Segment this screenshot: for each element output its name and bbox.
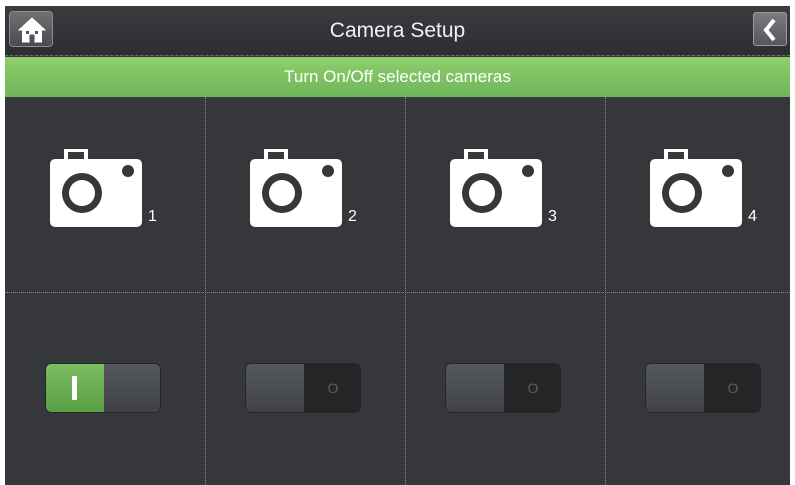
camera-number: 4	[748, 208, 757, 225]
toggle-off-segment	[104, 364, 160, 412]
toggle-on-segment	[646, 364, 704, 412]
toggle-on-segment	[446, 364, 504, 412]
camera-setup-screen: Camera Setup Turn On/Off selected camera…	[5, 6, 790, 485]
camera-icon	[250, 149, 342, 227]
camera-icon	[450, 149, 542, 227]
toggle-off-segment: O	[704, 364, 760, 412]
chevron-left-icon	[763, 19, 776, 41]
camera-icon	[50, 149, 142, 227]
instruction-banner: Turn On/Off selected cameras	[5, 57, 790, 97]
camera-2-toggle[interactable]: O	[245, 363, 361, 413]
on-indicator	[72, 376, 77, 400]
toggle-on-segment	[246, 364, 304, 412]
camera-cell-1: 1	[5, 97, 205, 291]
camera-cell-4: 4	[605, 97, 795, 291]
camera-number: 2	[348, 208, 357, 225]
switch-cell-2: O	[205, 291, 405, 485]
off-indicator: O	[527, 380, 539, 396]
toggle-off-segment: O	[504, 364, 560, 412]
camera-3-toggle[interactable]: O	[445, 363, 561, 413]
camera-number: 3	[548, 208, 557, 225]
home-button[interactable]	[9, 11, 53, 47]
toggle-off-segment: O	[304, 364, 360, 412]
switch-cell-3: O	[405, 291, 605, 485]
camera-grid: 1 2 3 4 O O O	[5, 97, 790, 485]
switch-cell-1	[5, 291, 205, 485]
off-indicator: O	[727, 380, 739, 396]
camera-1-toggle[interactable]	[45, 363, 161, 413]
home-icon	[18, 17, 46, 43]
switch-cell-4: O	[605, 291, 795, 485]
page-title: Camera Setup	[329, 19, 466, 42]
header-bar: Camera Setup	[5, 6, 790, 56]
camera-cell-2: 2	[205, 97, 405, 291]
camera-number: 1	[148, 208, 157, 225]
off-indicator: O	[327, 380, 339, 396]
toggle-on-segment	[46, 364, 104, 412]
camera-icon	[650, 149, 742, 227]
camera-cell-3: 3	[405, 97, 605, 291]
camera-4-toggle[interactable]: O	[645, 363, 761, 413]
back-button[interactable]	[753, 12, 787, 46]
